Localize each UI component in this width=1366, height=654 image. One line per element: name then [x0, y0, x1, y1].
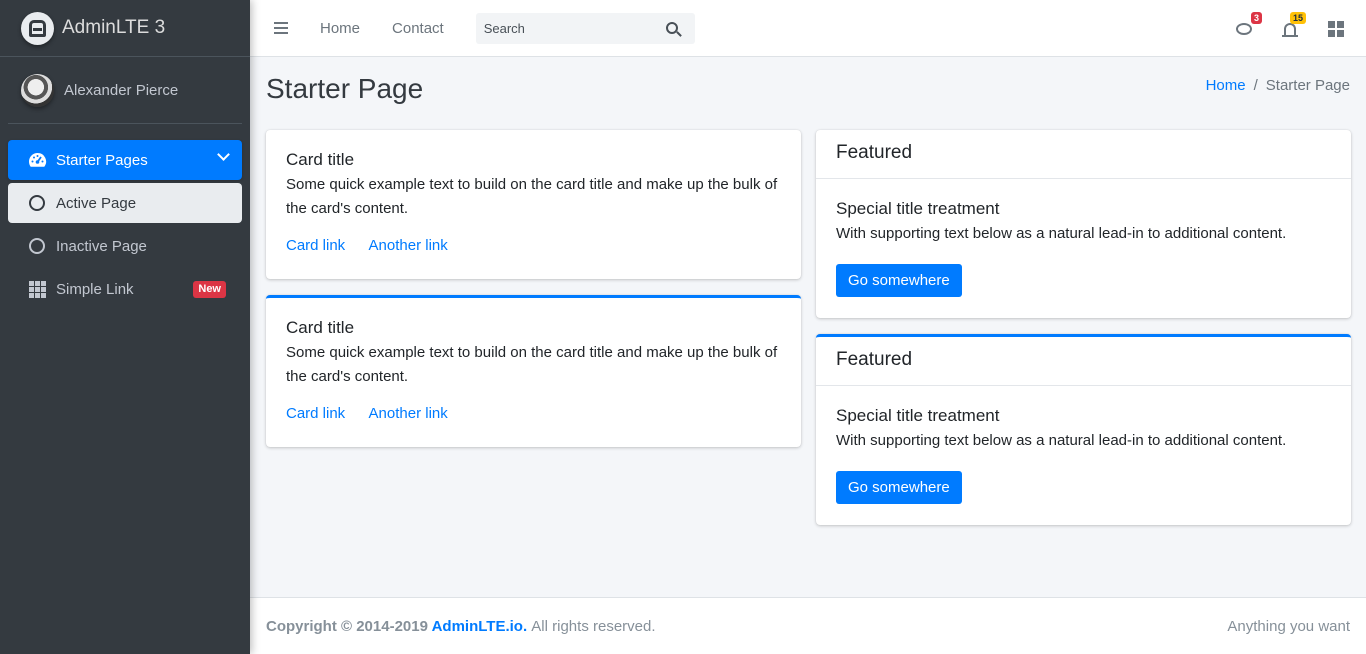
navbar-right: 3 15: [1204, 0, 1344, 57]
sidebar-item-label: Inactive Page: [56, 237, 147, 255]
card-title: Card title: [286, 318, 355, 337]
card-title: Special title treatment: [836, 199, 1000, 218]
search-input[interactable]: [475, 20, 662, 36]
th-large-icon: [1328, 20, 1344, 37]
tachometer-icon: [27, 150, 47, 170]
go-somewhere-button[interactable]: Go somewhere: [836, 471, 962, 504]
card-link[interactable]: Card link: [286, 237, 345, 254]
messages-dropdown[interactable]: 3: [1236, 11, 1262, 35]
breadcrumb-home[interactable]: Home: [1206, 77, 1246, 94]
sidebar-item-active-page[interactable]: Active Page: [8, 183, 242, 223]
bars-icon[interactable]: [274, 19, 288, 37]
brand-name: AdminLTE 3: [62, 17, 166, 38]
sidebar-item-starter-pages[interactable]: Starter Pages: [8, 140, 242, 180]
messages-count-badge: 3: [1250, 11, 1262, 24]
top-navbar: Home Contact 3 15: [250, 0, 1366, 57]
circle-icon: [27, 236, 47, 256]
breadcrumb: Home / Starter Page: [1205, 77, 1350, 94]
card-header: Featured: [816, 130, 1351, 179]
circle-icon: [27, 193, 47, 213]
new-badge: New: [193, 281, 226, 298]
breadcrumb-current: Starter Page: [1265, 77, 1350, 94]
page-title: Starter Page: [266, 73, 424, 104]
card-text: With supporting text below as a natural …: [836, 432, 1287, 449]
bell-icon: [1282, 22, 1298, 37]
rights-text: All rights reserved.: [531, 617, 656, 635]
card-outline: Card title Some quick example text to bu…: [266, 295, 801, 447]
card-title: Special title treatment: [836, 406, 1000, 425]
sidebar-nav: Starter Pages Active Page Inactive Page …: [0, 124, 250, 309]
notifications-count-badge: 15: [1289, 11, 1306, 24]
card-title: Card title: [286, 150, 355, 169]
main-sidebar: AdminLTE 3 Alexander Pierce Starter Page…: [0, 0, 250, 654]
card-text: Some quick example text to build on the …: [286, 344, 778, 385]
avatar: [21, 73, 54, 107]
main-footer: Copyright © 2014-2019 AdminLTE.io. All r…: [250, 597, 1366, 654]
comments-icon: [1236, 22, 1252, 35]
sidebar-item-label: Active Page: [56, 194, 137, 212]
card-link[interactable]: Card link: [286, 405, 345, 422]
another-link[interactable]: Another link: [369, 237, 448, 254]
user-name[interactable]: Alexander Pierce: [64, 82, 178, 99]
navbar-search: [475, 12, 695, 44]
copyright-text: Copyright © 2014-2019 AdminLTE.io.: [266, 617, 528, 635]
th-icon: [27, 279, 47, 299]
brand-logo: [21, 11, 54, 45]
nav-link-home[interactable]: Home: [320, 20, 360, 37]
card: Card title Some quick example text to bu…: [266, 130, 801, 279]
card-header: Featured: [816, 337, 1351, 386]
go-somewhere-button[interactable]: Go somewhere: [836, 264, 962, 297]
sidebar-item-simple-link[interactable]: Simple Link New: [8, 269, 242, 309]
sidebar-item-inactive-page[interactable]: Inactive Page: [8, 226, 242, 266]
card-text: With supporting text below as a natural …: [836, 225, 1287, 242]
angle-down-icon: [217, 148, 230, 161]
search-icon[interactable]: [665, 22, 678, 34]
user-panel[interactable]: Alexander Pierce: [8, 57, 242, 124]
adminlte-link[interactable]: AdminLTE.io.: [432, 618, 528, 635]
control-sidebar-toggle[interactable]: [1328, 20, 1344, 37]
notifications-dropdown[interactable]: 15: [1282, 11, 1306, 37]
featured-card: Featured Special title treatment With su…: [816, 130, 1351, 318]
card-text: Some quick example text to build on the …: [286, 176, 778, 217]
nav-link-contact[interactable]: Contact: [392, 20, 444, 37]
featured-card-outline: Featured Special title treatment With su…: [816, 334, 1351, 525]
sidebar-item-label: Simple Link: [56, 280, 134, 298]
sidebar-item-label: Starter Pages: [56, 151, 148, 169]
brand-link[interactable]: AdminLTE 3: [0, 0, 250, 57]
footer-right-text: Anything you want: [1227, 617, 1350, 635]
another-link[interactable]: Another link: [369, 405, 448, 422]
